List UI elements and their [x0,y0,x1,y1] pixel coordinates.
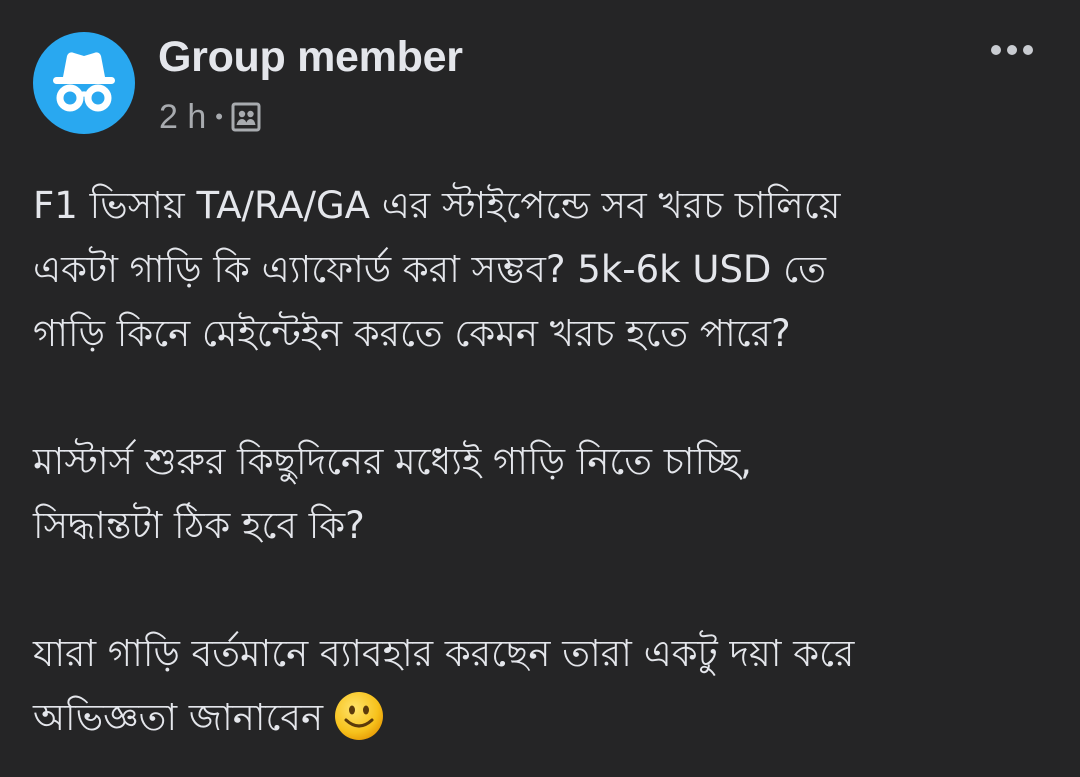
group-audience-icon[interactable] [229,100,263,134]
post-paragraph: মাস্টার্স শুরুর কিছুদিনের মধ্যেই গাড়ি ন… [33,430,1063,558]
paragraph-line: F1 ভিসায় TA/RA/GA এর স্টাইপেন্ডে সব খরচ… [33,184,841,227]
more-options-icon [991,45,1033,55]
paragraph-line-text: অভিজ্ঞতা জানাবেন [33,696,324,739]
more-options-button[interactable] [984,34,1040,66]
smiling-face-emoji [335,692,384,740]
post-paragraph: যারা গাড়ি বর্তমানে ব্যাবহার করছেন তারা … [33,622,1063,750]
post-body: F1 ভিসায় TA/RA/GA এর স্টাইপেন্ডে সব খরচ… [33,174,1063,750]
author-name[interactable]: Group member [158,33,463,82]
paragraph-line: মাস্টার্স শুরুর কিছুদিনের মধ্যেই গাড়ি ন… [33,440,752,483]
post-paragraph: F1 ভিসায় TA/RA/GA এর স্টাইপেন্ডে সব খরচ… [33,174,1063,366]
paragraph-line: একটা গাড়ি কি এ্যাফোর্ড করা সম্ভব? 5k-6k… [33,248,826,291]
group-post: Group member 2 h • F1 ভিসায় TA/RA/GA এর… [0,0,1080,777]
post-meta: 2 h • [159,96,263,138]
paragraph-line: গাড়ি কিনে মেইন্টেইন করতে কেমন খরচ হতে প… [33,312,791,355]
meta-separator: • [215,104,223,129]
anonymous-incognito-icon [53,52,115,112]
paragraph-line: সিদ্ধান্তটা ঠিক হবে কি? [33,504,365,547]
anonymous-avatar[interactable] [33,32,135,134]
paragraph-line: যারা গাড়ি বর্তমানে ব্যাবহার করছেন তারা … [33,632,855,675]
paragraph-last-line: অভিজ্ঞতা জানাবেন [33,686,1063,750]
post-timestamp[interactable]: 2 h [159,98,206,137]
